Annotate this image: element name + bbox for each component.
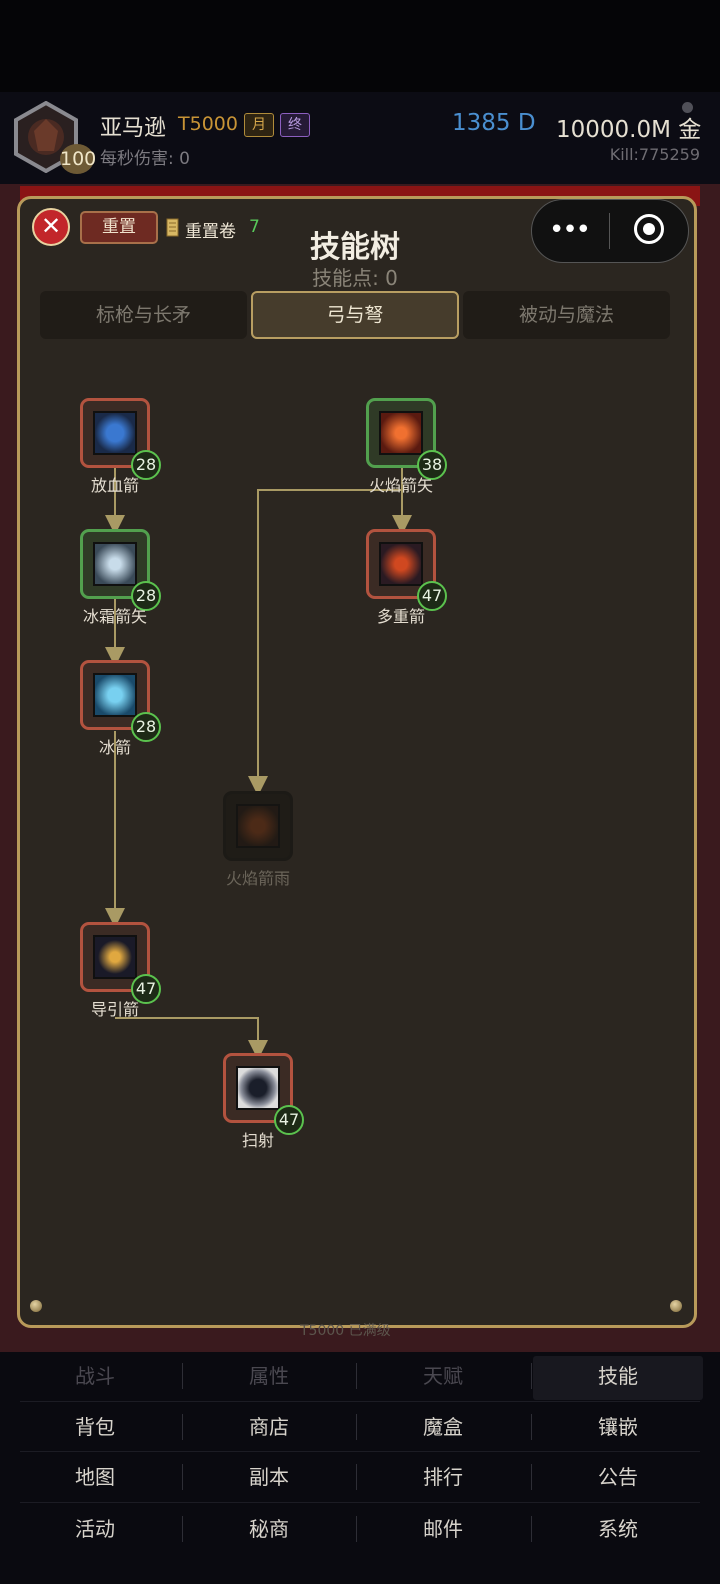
skill-connectors bbox=[105, 468, 412, 1060]
nav-talent[interactable]: 天赋 bbox=[356, 1352, 530, 1400]
nav-battle[interactable]: 战斗 bbox=[8, 1352, 182, 1400]
nav-divider bbox=[356, 1363, 357, 1389]
nav-system[interactable]: 系统 bbox=[531, 1505, 705, 1553]
nav-divider bbox=[356, 1516, 357, 1542]
nav-skills[interactable]: 技能 bbox=[531, 1352, 705, 1400]
nav-map[interactable]: 地图 bbox=[8, 1453, 182, 1501]
connector-line bbox=[115, 1017, 268, 1060]
nav-row-divider bbox=[20, 1401, 700, 1402]
nav-divider bbox=[531, 1464, 532, 1490]
skill-name: 火焰箭矢 bbox=[368, 476, 433, 495]
nav-divider bbox=[531, 1414, 532, 1440]
skill-name: 冰箭 bbox=[98, 738, 131, 757]
nav-dungeon[interactable]: 副本 bbox=[182, 1453, 356, 1501]
ice-arrow-icon bbox=[93, 673, 137, 717]
skill-node-fire-rain[interactable] bbox=[223, 791, 293, 861]
skill-name: 火焰箭雨 bbox=[225, 869, 290, 888]
footnote-text: T5000 已满级 bbox=[300, 1323, 391, 1339]
nav-divider bbox=[531, 1363, 532, 1389]
nav-divider bbox=[182, 1363, 183, 1389]
skill-name: 冰霜箭矢 bbox=[82, 607, 147, 626]
nav-inlay[interactable]: 镶嵌 bbox=[531, 1403, 705, 1451]
nav-row-divider bbox=[20, 1451, 700, 1452]
fire-arrow-icon bbox=[379, 411, 423, 455]
frost-arrow-icon bbox=[93, 542, 137, 586]
skill-name: 放血箭 bbox=[90, 476, 139, 495]
nav-events[interactable]: 活动 bbox=[8, 1505, 182, 1553]
skill-name: 扫射 bbox=[241, 1131, 274, 1150]
nav-attributes[interactable]: 属性 bbox=[182, 1352, 356, 1400]
nav-secret-shop[interactable]: 秘商 bbox=[182, 1505, 356, 1553]
nav-shop[interactable]: 商店 bbox=[182, 1403, 356, 1451]
nav-divider bbox=[356, 1414, 357, 1440]
nav-backpack[interactable]: 背包 bbox=[8, 1403, 182, 1451]
multishot-icon bbox=[379, 542, 423, 586]
strafe-icon bbox=[236, 1066, 280, 1110]
bleed-arrow-icon bbox=[93, 411, 137, 455]
skill-name: 导引箭 bbox=[90, 1000, 139, 1019]
guided-arrow-icon bbox=[93, 935, 137, 979]
nav-mail[interactable]: 邮件 bbox=[356, 1505, 530, 1553]
nav-announcement[interactable]: 公告 bbox=[531, 1453, 705, 1501]
nav-divider bbox=[531, 1516, 532, 1542]
nav-divider bbox=[182, 1414, 183, 1440]
nav-magic-box[interactable]: 魔盒 bbox=[356, 1403, 530, 1451]
nav-ranking[interactable]: 排行 bbox=[356, 1453, 530, 1501]
fire-rain-icon bbox=[236, 804, 280, 848]
nav-divider bbox=[356, 1464, 357, 1490]
nav-divider bbox=[182, 1464, 183, 1490]
nav-row-divider bbox=[20, 1502, 700, 1503]
skill-name: 多重箭 bbox=[376, 607, 425, 626]
nav-divider bbox=[182, 1516, 183, 1542]
